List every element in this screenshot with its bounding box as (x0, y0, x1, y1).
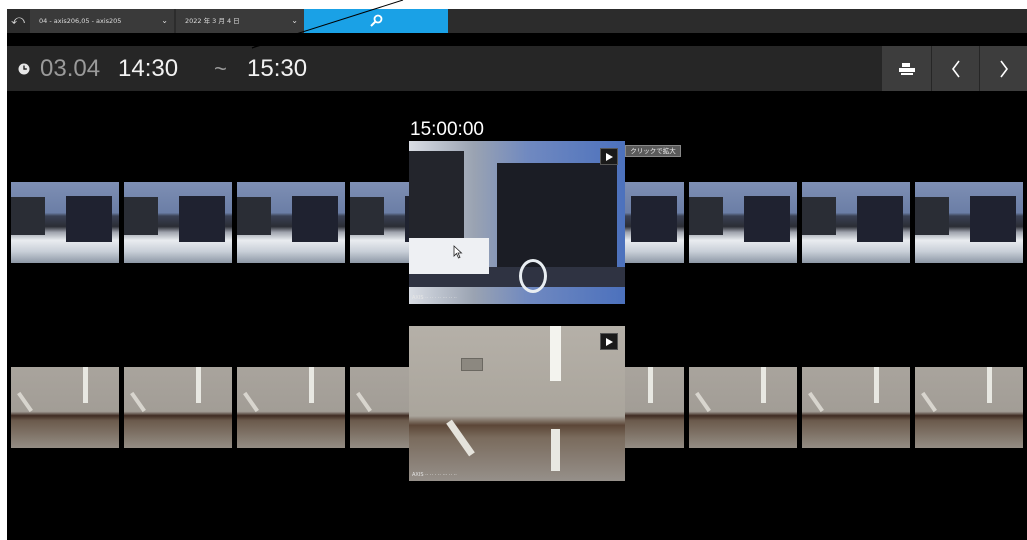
next-button[interactable] (980, 46, 1027, 91)
thumbnail[interactable] (11, 367, 119, 448)
time-range-bar: 03.04 14:30 ~ 15:30 (7, 46, 1027, 91)
play-icon (606, 338, 613, 346)
range-separator: ~ (214, 56, 227, 81)
chevron-down-icon: ⌄ (291, 16, 298, 25)
thumbnail[interactable] (802, 182, 910, 263)
export-icon (898, 62, 915, 75)
thumbnail[interactable] (124, 182, 232, 263)
search-icon (370, 14, 383, 27)
zoom-tooltip: クリックで拡大 (625, 145, 681, 157)
chevron-left-icon (951, 60, 960, 77)
thumbnail[interactable] (915, 367, 1023, 448)
enlarged-thumbnail-camera-1[interactable]: AXIS ·· ·· · ·· ··· ·· ·· (409, 141, 625, 304)
scene-ceiling-light (551, 429, 560, 471)
enlarged-thumbnail-camera-2[interactable]: AXIS ·· ·· · ·· ··· ·· ·· (409, 326, 625, 481)
scene-ceiling-light (446, 419, 475, 457)
thumbnail[interactable] (237, 182, 345, 263)
scene-ceiling-light (550, 326, 561, 381)
chevron-right-icon (999, 60, 1008, 77)
camera-overlay-text: AXIS ·· ·· · ·· ··· ·· ·· (412, 295, 457, 301)
range-date: 03.04 (40, 55, 101, 82)
scene-screen (497, 163, 617, 269)
thumbnail[interactable] (802, 367, 910, 448)
scene-device (409, 238, 489, 274)
export-button[interactable] (882, 46, 931, 91)
camera-select-label: 04 - axis206,05 - axis205 (39, 17, 122, 25)
clock-icon (18, 63, 30, 75)
scene-cable (519, 259, 547, 293)
top-toolbar: ⤺ 04 - axis206,05 - axis205 ⌄ 2022 年 3 月… (7, 9, 1027, 33)
scene-monitor (409, 151, 464, 243)
recording-search-window: ⤺ 04 - axis206,05 - axis205 ⌄ 2022 年 3 月… (7, 9, 1027, 540)
camera-select[interactable]: 04 - axis206,05 - axis205 ⌄ (30, 9, 174, 33)
thumbnail[interactable] (915, 182, 1023, 263)
previous-button[interactable] (932, 46, 979, 91)
range-end-time: 15:30 (247, 55, 308, 82)
thumbnail[interactable] (689, 182, 797, 263)
thumbnail[interactable] (11, 182, 119, 263)
play-icon (606, 153, 613, 161)
center-timestamp: 15:00:00 (410, 119, 484, 140)
camera-overlay-text: AXIS ·· ·· · ·· ··· ·· ·· (412, 472, 457, 478)
back-button[interactable]: ⤺ (7, 9, 29, 33)
thumbnail[interactable] (237, 367, 345, 448)
play-button[interactable] (600, 333, 618, 350)
mouse-cursor-icon (453, 245, 463, 259)
chevron-down-icon: ⌄ (161, 16, 168, 25)
date-select-label: 2022 年 3 月 4 日 (185, 17, 240, 25)
scene-ceiling-vent (461, 358, 483, 371)
thumbnail[interactable] (124, 367, 232, 448)
play-button[interactable] (600, 148, 618, 165)
range-start-time: 14:30 (118, 55, 179, 82)
search-button[interactable] (304, 9, 448, 33)
undo-arrow-icon: ⤺ (11, 13, 25, 28)
date-select[interactable]: 2022 年 3 月 4 日 ⌄ (176, 9, 304, 33)
thumbnail[interactable] (689, 367, 797, 448)
